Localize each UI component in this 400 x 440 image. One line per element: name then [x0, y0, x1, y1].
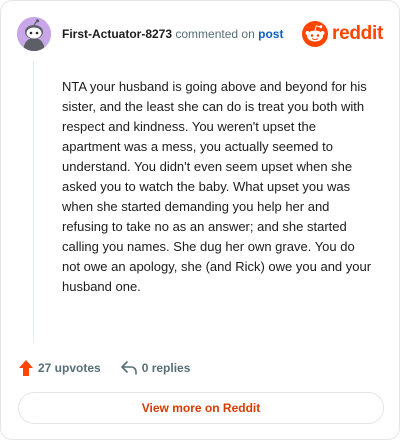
upvote-count: 27 upvotes	[38, 361, 101, 375]
comment-header: First-Actuator-8273 commented on post re…	[17, 17, 383, 51]
upvote-button[interactable]: 27 upvotes	[19, 360, 101, 376]
view-more-button[interactable]: View more on Reddit	[18, 392, 384, 424]
reddit-wordmark: reddit	[332, 23, 383, 44]
author-username[interactable]: First-Actuator-8273	[62, 27, 172, 41]
thread-line	[33, 61, 34, 343]
comment-actions: 27 upvotes 0 replies	[19, 358, 190, 378]
snoo-avatar-icon[interactable]	[17, 17, 51, 51]
reddit-brand[interactable]: reddit	[302, 20, 383, 48]
post-link[interactable]: post	[258, 27, 283, 41]
reddit-logo-icon	[302, 21, 329, 47]
reply-count: 0 replies	[141, 361, 191, 375]
commented-on-text: commented on	[175, 27, 255, 41]
reply-button[interactable]: 0 replies	[120, 361, 191, 375]
upvote-arrow-icon	[19, 360, 33, 376]
embedded-comment-card: First-Actuator-8273 commented on post re…	[0, 0, 400, 440]
author-line: First-Actuator-8273 commented on post	[62, 26, 283, 42]
reply-arrow-icon	[120, 361, 137, 375]
comment-body: NTA your husband is going above and beyo…	[62, 79, 372, 294]
